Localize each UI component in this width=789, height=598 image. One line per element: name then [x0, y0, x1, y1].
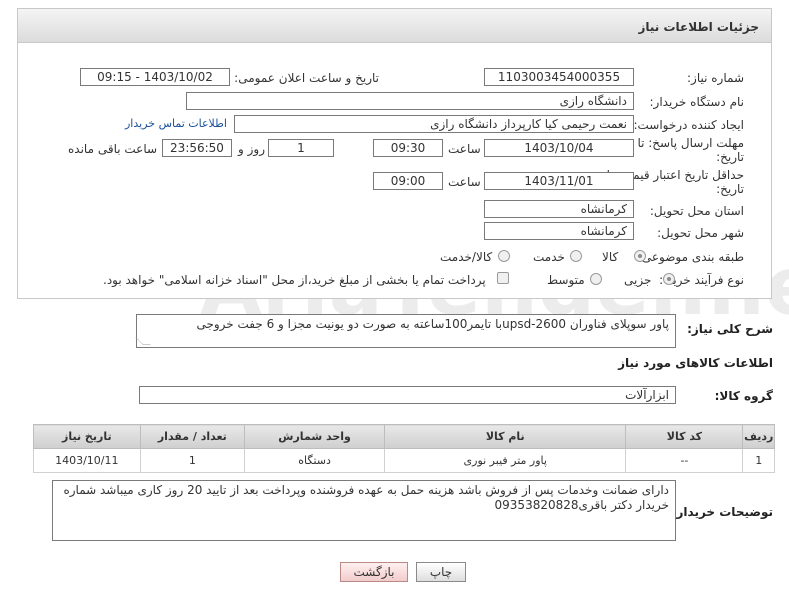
price-validity-date-field: 1403/11/01: [484, 172, 634, 190]
price-validity-time-field: 09:00: [373, 172, 443, 190]
description-textarea[interactable]: پاور سوپلای فناوران upsd-2600با تایمر100…: [135, 314, 676, 348]
cell-name: پاور متر فیبر نوری: [384, 448, 627, 473]
announce-date-label: تاریخ و ساعت اعلان عمومی:: [234, 71, 379, 85]
process-medium-label: متوسط: [547, 273, 585, 287]
creator-field: نعمت رحیمی کیا کارپرداز دانشگاه رازی: [234, 115, 634, 133]
response-date-field: 1403/10/04: [484, 139, 634, 157]
goods-group-label: گروه کالا:: [714, 389, 773, 403]
response-deadline-label-date: تاریخ:: [716, 150, 744, 164]
goods-group-field: ابزارآلات: [139, 386, 676, 404]
col-date: تاریخ نیاز: [33, 424, 141, 449]
buyer-notes-text: دارای ضمانت وخدمات پس از فروش باشد هزینه…: [63, 483, 669, 512]
cell-row: 1: [742, 448, 775, 473]
cell-qty: 1: [139, 448, 246, 473]
buyer-notes-textarea[interactable]: دارای ضمانت وخدمات پس از فروش باشد هزینه…: [52, 480, 676, 541]
category-service-radio[interactable]: [570, 250, 582, 262]
goods-table: ردیف کد کالا نام کالا واحد شمارش تعداد /…: [33, 424, 775, 473]
category-both-radio[interactable]: [498, 250, 510, 262]
col-name: نام کالا: [384, 424, 627, 449]
city-label: شهر محل تحویل:: [657, 226, 744, 240]
buyer-notes-label: توضیحات خریدار:: [671, 505, 773, 519]
col-unit: واحد شمارش: [244, 424, 386, 449]
days-label: روز و: [238, 142, 265, 156]
response-time-label: ساعت: [448, 142, 481, 156]
resize-grip-icon[interactable]: [135, 337, 151, 345]
need-number-label: شماره نیاز:: [687, 71, 744, 85]
panel-header: جزئیات اطلاعات نیاز: [18, 9, 771, 43]
process-minor-label: جزیی: [624, 273, 652, 287]
category-label: طبقه بندی موضوعی:: [637, 250, 744, 264]
description-label: شرح کلی نیاز:: [687, 322, 773, 336]
remaining-days-field: 1: [268, 139, 334, 157]
goods-info-title: اطلاعات کالاهای مورد نیاز: [618, 356, 773, 370]
announce-date-field: 1403/10/02 - 09:15: [80, 68, 230, 86]
cell-unit: دستگاه: [244, 448, 386, 473]
buyer-contact-link[interactable]: اطلاعات تماس خریدار: [125, 117, 227, 130]
remaining-time-label: ساعت باقی مانده: [68, 142, 158, 156]
treasury-note: پرداخت تمام یا بخشی از مبلغ خرید،از محل …: [103, 273, 486, 287]
need-number-field: 1103003454000355: [484, 68, 634, 86]
cell-date: 1403/10/11: [33, 448, 141, 473]
category-both-label: کالا/خدمت: [440, 250, 493, 264]
col-code: کد کالا: [625, 424, 744, 449]
description-text: پاور سوپلای فناوران upsd-2600با تایمر100…: [196, 317, 669, 331]
page-title: جزئیات اطلاعات نیاز: [638, 20, 759, 34]
buyer-org-field: دانشگاه رازی: [186, 92, 634, 110]
remaining-time-field: 23:56:50: [162, 139, 232, 157]
treasury-checkbox[interactable]: [497, 272, 509, 284]
category-service-label: خدمت: [533, 250, 565, 264]
price-validity-time-label: ساعت: [448, 175, 481, 189]
category-goods-label: کالا: [602, 250, 619, 264]
category-goods-radio[interactable]: [634, 250, 646, 262]
province-field: کرمانشاه: [484, 200, 634, 218]
col-qty: تعداد / مقدار: [139, 424, 246, 449]
buyer-org-label: نام دستگاه خریدار:: [649, 95, 745, 109]
goods-table-header: ردیف کد کالا نام کالا واحد شمارش تعداد /…: [33, 424, 775, 449]
process-medium-radio[interactable]: [590, 273, 602, 285]
print-button[interactable]: چاپ: [416, 562, 466, 582]
cell-code: --: [625, 448, 744, 473]
response-deadline-label: مهلت ارسال پاسخ: تا: [637, 136, 744, 150]
col-row: ردیف: [742, 424, 775, 449]
price-validity-label-date: تاریخ:: [716, 182, 744, 196]
creator-label: ایجاد کننده درخواست:: [633, 118, 744, 132]
province-label: استان محل تحویل:: [649, 204, 744, 218]
back-button[interactable]: بازگشت: [340, 562, 408, 582]
process-minor-radio[interactable]: [663, 273, 675, 285]
city-field: کرمانشاه: [484, 222, 634, 240]
table-row: 1 -- پاور متر فیبر نوری دستگاه 1 1403/10…: [33, 448, 775, 473]
response-time-field: 09:30: [373, 139, 443, 157]
